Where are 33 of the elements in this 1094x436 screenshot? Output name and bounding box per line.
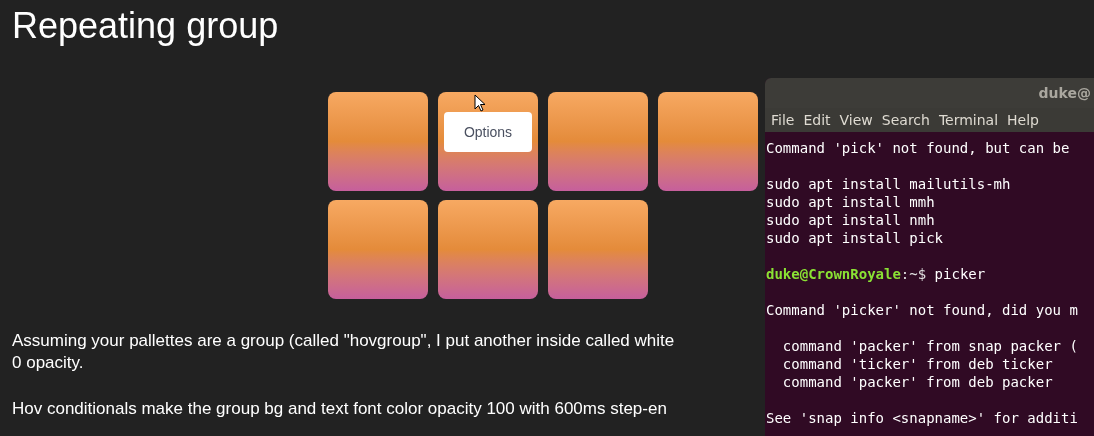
- palette-tile[interactable]: [438, 200, 538, 299]
- window-title: duke@: [1038, 83, 1091, 103]
- terminal-output: Command 'picker' not found, did you m: [766, 302, 1078, 318]
- options-button[interactable]: Options: [444, 112, 532, 152]
- menu-item[interactable]: Edit: [803, 109, 831, 131]
- terminal-output: Command 'pick' not found, but can be: [766, 140, 1070, 156]
- palette-tile[interactable]: [328, 92, 428, 191]
- terminal-output: See 'snap info <snapname>' for additi: [766, 410, 1078, 426]
- terminal-output: command 'packer' from deb packer: [781, 374, 1053, 390]
- page-heading: Repeating group: [12, 4, 279, 48]
- prompt-user-host: duke@CrownRoyale: [766, 266, 901, 282]
- terminal-output: sudo apt install mailutils-mh: [766, 176, 1011, 192]
- palette-tile[interactable]: [658, 92, 758, 191]
- prompt-path: :~$: [900, 266, 927, 282]
- palette-tile[interactable]: [548, 92, 648, 191]
- palette-tile[interactable]: [328, 200, 428, 299]
- menu-item[interactable]: Terminal: [938, 109, 999, 131]
- paragraph-line: Hov conditionals make the group bg and text font color opacity 100 with 600ms step-en: [12, 398, 667, 420]
- palette-tile[interactable]: Options: [438, 92, 538, 191]
- terminal-output: command 'packer' from snap packer (: [781, 338, 1078, 354]
- terminal-command: picker: [934, 266, 986, 282]
- terminal-output: sudo apt install pick: [766, 230, 943, 246]
- palette-tile[interactable]: [548, 200, 648, 299]
- terminal-output: command 'ticker' from deb ticker: [781, 356, 1053, 372]
- terminal-output: sudo apt install nmh: [766, 212, 935, 228]
- cursor-icon: [474, 94, 486, 112]
- menu-item[interactable]: Help: [1007, 109, 1039, 131]
- paragraph-line: Assuming your pallettes are a group (called "hovgroup", I put another inside called white: [12, 330, 675, 352]
- menu-item[interactable]: View: [839, 109, 873, 131]
- paragraph-line: 0 opacity.: [12, 352, 84, 374]
- menu-item[interactable]: Search: [881, 109, 930, 131]
- menu-item[interactable]: File: [771, 109, 795, 131]
- terminal-output: sudo apt install mmh: [766, 194, 935, 210]
